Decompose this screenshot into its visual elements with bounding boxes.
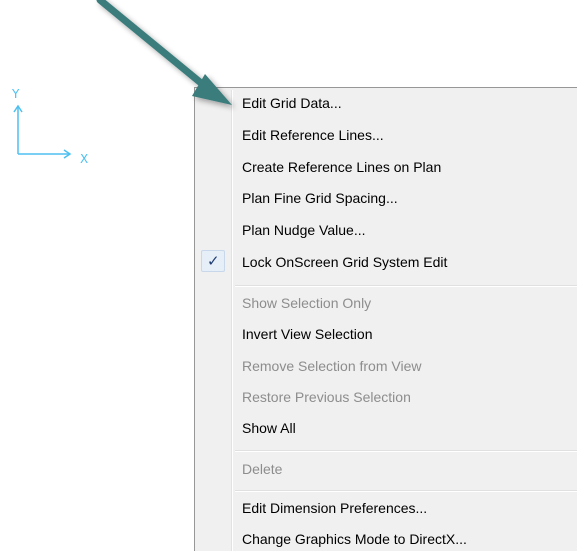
menu-item-label: Lock OnScreen Grid System Edit [242, 254, 448, 270]
menu-item-label: Plan Nudge Value... [242, 222, 366, 238]
menu-item-label: Edit Reference Lines... [242, 127, 384, 143]
menu-separator [235, 490, 577, 492]
menu-item-label: Show Selection Only [242, 295, 372, 311]
menu-item-change-graphics-mode[interactable]: Change Graphics Mode to DirectX... [197, 524, 577, 551]
menu-item-edit-grid-data[interactable]: Edit Grid Data... [197, 88, 577, 119]
menu-item-edit-reference-lines[interactable]: Edit Reference Lines... [197, 120, 577, 151]
canvas: Y X Edit Grid Data... Edit Reference Lin… [0, 0, 577, 551]
menu-item-show-all[interactable]: Show All [197, 413, 577, 444]
menu-item-remove-selection-from-view: Remove Selection from View [197, 351, 577, 382]
menu-item-label: Edit Grid Data... [242, 95, 342, 111]
axis-y-label: Y [12, 87, 20, 101]
context-menu: Edit Grid Data... Edit Reference Lines..… [194, 87, 577, 551]
menu-item-lock-onscreen-grid-system-edit[interactable]: ✓ Lock OnScreen Grid System Edit [197, 247, 577, 278]
axis-x-label: X [80, 152, 89, 166]
menu-item-plan-nudge-value[interactable]: Plan Nudge Value... [197, 215, 577, 246]
menu-item-edit-dimension-preferences[interactable]: Edit Dimension Preferences... [197, 493, 577, 524]
menu-item-plan-fine-grid-spacing[interactable]: Plan Fine Grid Spacing... [197, 183, 577, 214]
menu-separator [235, 285, 577, 287]
menu-item-invert-view-selection[interactable]: Invert View Selection [197, 319, 577, 350]
menu-item-label: Remove Selection from View [242, 358, 422, 374]
menu-item-show-selection-only: Show Selection Only [197, 288, 577, 319]
menu-item-label: Change Graphics Mode to DirectX... [242, 531, 467, 547]
menu-item-restore-previous-selection: Restore Previous Selection [197, 382, 577, 413]
menu-item-create-reference-lines-on-plan[interactable]: Create Reference Lines on Plan [197, 152, 577, 183]
menu-separator [235, 450, 577, 452]
check-icon: ✓ [207, 252, 220, 270]
menu-item-label: Delete [242, 461, 283, 477]
check-frame: ✓ [201, 250, 225, 272]
menu-item-label: Invert View Selection [242, 326, 373, 342]
menu-item-delete: Delete [197, 454, 577, 485]
menu-item-label: Create Reference Lines on Plan [242, 159, 442, 175]
menu-item-label: Restore Previous Selection [242, 389, 411, 405]
menu-item-label: Edit Dimension Preferences... [242, 500, 428, 516]
menu-item-label: Show All [242, 420, 296, 436]
menu-item-label: Plan Fine Grid Spacing... [242, 190, 398, 206]
